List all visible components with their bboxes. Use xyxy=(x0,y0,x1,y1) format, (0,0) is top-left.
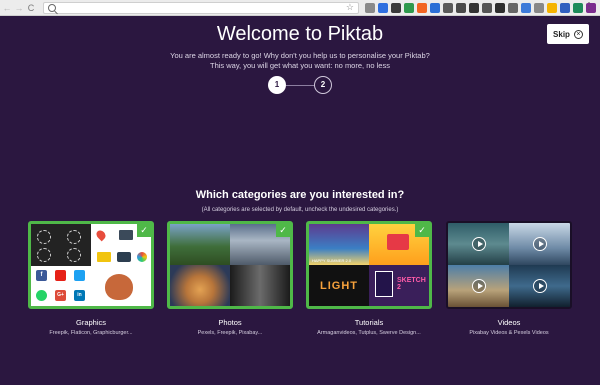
extension-icon[interactable] xyxy=(495,3,505,13)
extension-icon[interactable] xyxy=(378,3,388,13)
extension-icon[interactable] xyxy=(443,3,453,13)
extension-icon[interactable] xyxy=(456,3,466,13)
youtube-icon xyxy=(55,270,66,281)
subtitle-line-1: You are almost ready to go! Why don't yo… xyxy=(170,51,430,60)
photo-cat xyxy=(170,265,230,306)
photo-tunnel xyxy=(230,265,290,306)
search-icon xyxy=(48,4,56,12)
category-card-graphics[interactable]: f G+ in ✓ xyxy=(28,221,154,309)
step-1: 1 xyxy=(268,76,286,94)
folder-icon xyxy=(97,252,111,262)
subtitle-line-2: This way, you will get what you want: no… xyxy=(210,61,390,70)
photo-mountain-lake xyxy=(170,224,230,265)
badge-icon xyxy=(37,230,51,244)
check-icon: ✓ xyxy=(276,224,290,237)
play-icon xyxy=(472,279,486,293)
categories-question: Which categories are you interested in? xyxy=(195,189,405,201)
browser-toolbar: ← → C ☆ ⋮ xyxy=(0,0,600,16)
extension-icon[interactable] xyxy=(547,3,557,13)
extension-icon[interactable] xyxy=(365,3,375,13)
facebook-icon: f xyxy=(36,270,47,281)
badge-icon xyxy=(67,248,81,262)
back-icon[interactable]: ← xyxy=(2,2,12,14)
camera-icon xyxy=(117,252,131,262)
twitter-icon xyxy=(74,270,85,281)
category-label-graphics: Graphics xyxy=(75,318,106,327)
skip-label: Skip xyxy=(553,29,570,39)
skip-button[interactable]: Skip × xyxy=(547,24,589,44)
tutorial-thumb-summer-text: HAPPY SUMMER 2.0 xyxy=(312,258,352,263)
category-label-videos: Videos xyxy=(497,318,521,327)
extension-icon[interactable] xyxy=(560,3,570,13)
lettering-card xyxy=(375,271,393,297)
extension-icon[interactable] xyxy=(573,3,583,13)
category-sources-tutorials: Armaganvideos, Tutplus, Swerve Design... xyxy=(317,330,421,336)
play-icon xyxy=(533,279,547,293)
map-pin-icon xyxy=(94,228,108,242)
page-title: Welcome to Piktab xyxy=(216,23,384,45)
extension-icon[interactable] xyxy=(521,3,531,13)
graphics-social-thumb: f G+ in xyxy=(31,266,91,306)
step-indicator: 1 2 xyxy=(268,76,334,94)
categories-note: (All categories are selected by default,… xyxy=(201,207,399,213)
forward-icon[interactable]: → xyxy=(14,2,24,14)
check-icon: ✓ xyxy=(415,224,429,237)
video-thumb-night xyxy=(509,265,570,307)
extension-icon[interactable] xyxy=(417,3,427,13)
reload-icon[interactable]: C xyxy=(26,2,36,14)
category-card-tutorials[interactable]: HAPPY SUMMER 2.0 LIGHT SKETCH 2 ✓ xyxy=(306,221,432,309)
linkedin-icon: in xyxy=(74,290,85,301)
sketch-text: SKETCH 2 xyxy=(397,277,426,291)
check-icon: ✓ xyxy=(137,224,151,237)
tutorial-thumb-sketch: SKETCH 2 xyxy=(369,265,429,306)
googleplus-icon: G+ xyxy=(55,290,66,301)
whatsapp-icon xyxy=(36,290,47,301)
category-sources-graphics: Freepik, Flaticon, Graphicburger... xyxy=(49,330,133,336)
extension-icon[interactable] xyxy=(404,3,414,13)
light-text: LIGHT xyxy=(320,279,358,292)
extension-icon[interactable] xyxy=(534,3,544,13)
graphics-badges-thumb xyxy=(31,224,91,266)
graphics-thumb-left: f G+ in xyxy=(31,224,91,306)
play-icon xyxy=(533,237,547,251)
bear-illustration xyxy=(105,274,133,300)
step-connector xyxy=(286,84,314,86)
play-icon xyxy=(472,237,486,251)
extension-icon[interactable] xyxy=(391,3,401,13)
video-thumb-beach xyxy=(448,265,509,307)
category-label-tutorials: Tutorials xyxy=(354,318,384,327)
color-wheel-icon xyxy=(137,252,147,262)
extension-icon[interactable] xyxy=(482,3,492,13)
close-circle-icon: × xyxy=(573,29,583,39)
tutorial-thumb-summer: HAPPY SUMMER 2.0 xyxy=(309,224,369,265)
category-sources-videos: Pixabay Videos & Pexels Videos xyxy=(469,330,549,336)
category-label-photos: Photos xyxy=(218,318,242,327)
category-sources-photos: Pexels, Freepik, Pixabay... xyxy=(197,330,263,336)
category-card-videos[interactable] xyxy=(446,221,572,309)
video-thumb-snow xyxy=(509,223,570,265)
category-card-photos[interactable]: ✓ xyxy=(167,221,293,309)
browser-illustration xyxy=(387,234,409,250)
extension-icon[interactable] xyxy=(508,3,518,13)
page-subtitle: You are almost ready to go! Why don't yo… xyxy=(150,51,450,71)
address-bar[interactable]: ☆ xyxy=(43,2,359,14)
extension-icon[interactable] xyxy=(430,3,440,13)
video-thumb-water xyxy=(448,223,509,265)
browser-menu-icon[interactable]: ⋮ xyxy=(584,1,594,13)
monitor-icon xyxy=(119,230,133,240)
step-2: 2 xyxy=(314,76,332,94)
bookmark-star-icon[interactable]: ☆ xyxy=(346,2,354,13)
badge-icon xyxy=(37,248,51,262)
badge-icon xyxy=(67,230,81,244)
extensions-bar xyxy=(365,3,596,13)
tutorial-thumb-light: LIGHT xyxy=(309,265,369,306)
extension-icon[interactable] xyxy=(469,3,479,13)
